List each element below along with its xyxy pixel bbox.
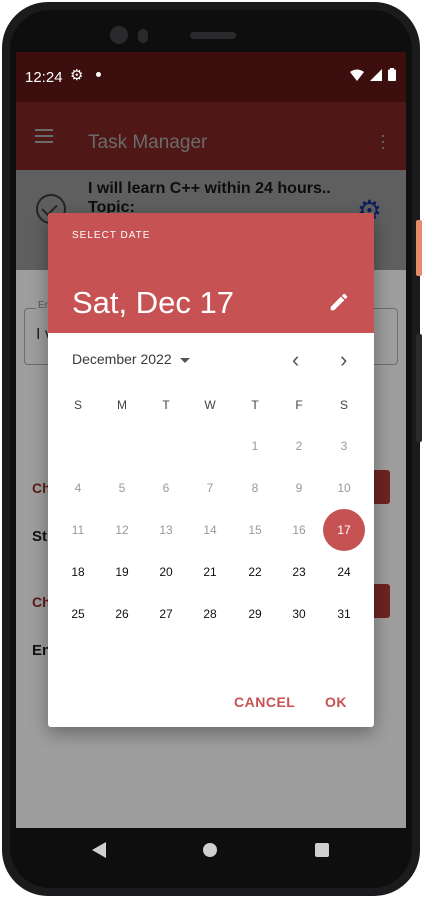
home-icon[interactable]	[203, 843, 217, 857]
status-time: 12:24	[25, 69, 63, 86]
front-camera	[110, 26, 128, 44]
calendar-day[interactable]: 19	[107, 565, 137, 579]
earpiece-speaker	[190, 32, 236, 39]
status-bar: 12:24 ⚙	[16, 52, 406, 102]
calendar-day: 10	[337, 481, 351, 495]
battery-icon	[388, 68, 396, 81]
volume-button	[416, 334, 422, 442]
task-title: I will learn C++ within 24 hours..	[88, 180, 331, 197]
front-sensor	[138, 29, 148, 43]
notification-dot-icon	[96, 72, 101, 77]
calendar-day: 12	[115, 523, 129, 537]
calendar-day: 13	[159, 523, 173, 537]
calendar-day[interactable]: 17	[329, 523, 359, 537]
edit-pencil-icon[interactable]	[328, 291, 350, 313]
date-picker-header: SELECT DATE Sat, Dec 17	[48, 213, 374, 333]
ok-button[interactable]: OK	[325, 694, 347, 710]
calendar-day: 3	[340, 439, 348, 453]
weekday-label: S	[73, 398, 82, 412]
weekday-label: S	[339, 398, 348, 412]
cancel-button[interactable]: CANCEL	[234, 694, 295, 710]
calendar-day: 2	[295, 439, 303, 453]
calendar-day[interactable]: 28	[195, 607, 225, 621]
date-picker-dialog: SELECT DATE Sat, Dec 17 December 2022 ‹ …	[48, 213, 374, 727]
calendar-day: 11	[71, 523, 85, 537]
power-button	[416, 220, 422, 276]
calendar-day[interactable]: 22	[240, 565, 270, 579]
calendar-day[interactable]: 30	[284, 607, 314, 621]
back-icon[interactable]	[92, 842, 106, 858]
calendar-day[interactable]: 20	[151, 565, 181, 579]
recents-icon[interactable]	[315, 843, 329, 857]
month-year-label: December 2022	[72, 351, 172, 367]
dropdown-caret-icon	[179, 357, 190, 363]
selected-date-text: Sat, Dec 17	[72, 285, 234, 320]
weekday-label: T	[251, 398, 259, 412]
calendar-day: 1	[251, 439, 259, 453]
previous-month-icon[interactable]: ‹	[292, 347, 299, 373]
start-date-label: St	[32, 528, 47, 545]
calendar-day[interactable]: 26	[107, 607, 137, 621]
navigation-bar	[16, 828, 406, 872]
calendar-day: 9	[295, 481, 303, 495]
calendar-day[interactable]: 21	[195, 565, 225, 579]
settings-notification-icon: ⚙	[70, 67, 84, 84]
status-icons	[350, 68, 396, 81]
calendar-day: 7	[206, 481, 214, 495]
app-bar: Task Manager · · ·	[16, 102, 406, 170]
calendar-day[interactable]: 29	[240, 607, 270, 621]
calendar-day[interactable]: 24	[329, 565, 359, 579]
calendar-day[interactable]: 25	[63, 607, 93, 621]
calendar-day[interactable]: 23	[284, 565, 314, 579]
wifi-icon	[350, 69, 364, 81]
signal-icon	[370, 68, 382, 81]
more-options-icon[interactable]: · · ·	[380, 126, 386, 156]
calendar-day: 15	[248, 523, 262, 537]
calendar-day: 5	[118, 481, 126, 495]
weekday-label: T	[162, 398, 170, 412]
calendar-day[interactable]: 31	[329, 607, 359, 621]
weekday-label: M	[117, 398, 127, 412]
calendar-day[interactable]: 27	[151, 607, 181, 621]
select-date-label: SELECT DATE	[72, 230, 151, 241]
month-year-dropdown[interactable]: December 2022	[72, 351, 190, 367]
calendar-day: 8	[251, 481, 259, 495]
calendar-day: 16	[292, 523, 306, 537]
app-title: Task Manager	[88, 132, 208, 153]
calendar-day[interactable]: 18	[63, 565, 93, 579]
hamburger-menu-icon[interactable]	[35, 129, 53, 147]
calendar-day: 4	[74, 481, 82, 495]
next-month-icon[interactable]: ›	[340, 347, 347, 373]
calendar-day: 6	[162, 481, 170, 495]
weekday-label: W	[204, 398, 216, 412]
calendar-day: 14	[203, 523, 217, 537]
weekday-label: F	[295, 398, 303, 412]
